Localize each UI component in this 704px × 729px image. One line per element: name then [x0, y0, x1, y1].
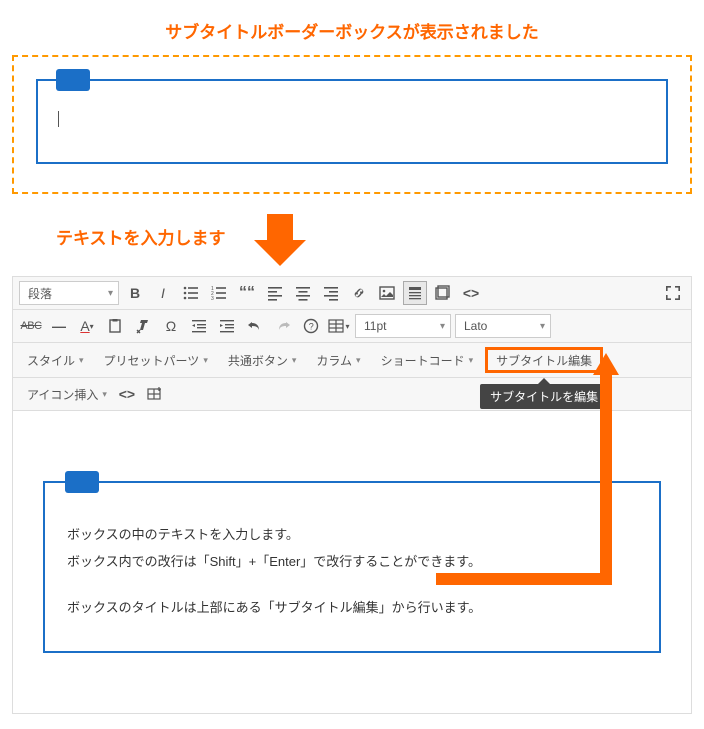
rich-text-editor: 段落 B I 123 ““ <> ABC — A ▾ Ω [12, 276, 692, 714]
svg-text:3: 3 [211, 296, 214, 301]
outdent-button[interactable] [187, 314, 211, 338]
table-button[interactable]: ▾ [327, 314, 351, 338]
redo-button[interactable] [271, 314, 295, 338]
insert-image-button[interactable] [375, 281, 399, 305]
subtitle-tab [65, 471, 99, 493]
text-cursor [58, 111, 59, 127]
subtitle-edit-label: サブタイトル編集 [496, 352, 592, 369]
blockquote-button[interactable]: ““ [235, 281, 259, 305]
style-dropdown[interactable]: スタイル [19, 348, 92, 372]
bulleted-list-button[interactable] [179, 281, 203, 305]
paragraph-dropdown[interactable]: 段落 [19, 281, 119, 305]
toolbar-row-2: ABC — A ▾ Ω ? ▾ 11pt Lato [13, 310, 691, 343]
horizontal-rule-button[interactable]: — [47, 314, 71, 338]
align-center-button[interactable] [291, 281, 315, 305]
down-arrow-icon [254, 214, 306, 266]
code-button-2[interactable]: <> [115, 382, 139, 406]
toolbar-row-1: 段落 B I 123 ““ <> [13, 277, 691, 310]
toolbar-toggle-button[interactable] [403, 281, 427, 305]
box-content: ボックスの中のテキストを入力します。 ボックス内での改行は「Shift」+「En… [67, 521, 637, 621]
heading-subtitle-box-shown: サブタイトルボーダーボックスが表示されました [8, 18, 696, 43]
preset-parts-dropdown[interactable]: プリセットパーツ [96, 348, 216, 372]
gallery-button[interactable] [431, 281, 455, 305]
grid-add-button[interactable] [143, 382, 167, 406]
shortcode-dropdown[interactable]: ショートコード [373, 348, 482, 372]
text-color-button[interactable]: A ▾ [75, 314, 99, 338]
content-line-2: ボックス内での改行は「Shift」+「Enter」で改行することができます。 [67, 548, 637, 575]
common-button-dropdown[interactable]: 共通ボタン [220, 348, 305, 372]
svg-text:?: ? [309, 322, 314, 332]
heading-enter-text: テキストを入力します [56, 224, 226, 249]
subtitle-edit-button[interactable]: サブタイトル編集 サブタイトルを編集 [485, 347, 603, 373]
italic-button[interactable]: I [151, 281, 175, 305]
content-line-3: ボックスのタイトルは上部にある「サブタイトル編集」から行います。 [67, 594, 637, 621]
link-button[interactable] [347, 281, 371, 305]
help-button[interactable]: ? [299, 314, 323, 338]
toolbar-row-3: スタイル プリセットパーツ 共通ボタン カラム ショートコード サブタイトル編集… [13, 343, 691, 378]
special-char-button[interactable]: Ω [159, 314, 183, 338]
column-dropdown[interactable]: カラム [308, 348, 368, 372]
paste-button[interactable] [103, 314, 127, 338]
strikethrough-button[interactable]: ABC [19, 314, 43, 338]
fontsize-dropdown[interactable]: 11pt [355, 314, 451, 338]
icon-insert-button[interactable]: アイコン挿入 [19, 382, 111, 406]
align-right-button[interactable] [319, 281, 343, 305]
fullscreen-button[interactable] [661, 281, 685, 305]
code-button[interactable]: <> [459, 281, 483, 305]
align-left-button[interactable] [263, 281, 287, 305]
subtitle-tab [56, 69, 90, 91]
subtitle-border-box-filled[interactable]: ボックスの中のテキストを入力します。 ボックス内での改行は「Shift」+「En… [43, 481, 661, 653]
subtitle-border-box[interactable] [36, 79, 668, 164]
editor-content-area[interactable]: ボックスの中のテキストを入力します。 ボックス内での改行は「Shift」+「En… [13, 411, 691, 713]
numbered-list-button[interactable]: 123 [207, 281, 231, 305]
fontfamily-dropdown[interactable]: Lato [455, 314, 551, 338]
subtitle-edit-tooltip: サブタイトルを編集 [480, 384, 608, 409]
bold-button[interactable]: B [123, 281, 147, 305]
annotation-highlight-box [12, 55, 692, 194]
indent-button[interactable] [215, 314, 239, 338]
content-line-1: ボックスの中のテキストを入力します。 [67, 521, 637, 548]
undo-button[interactable] [243, 314, 267, 338]
clear-formatting-button[interactable] [131, 314, 155, 338]
